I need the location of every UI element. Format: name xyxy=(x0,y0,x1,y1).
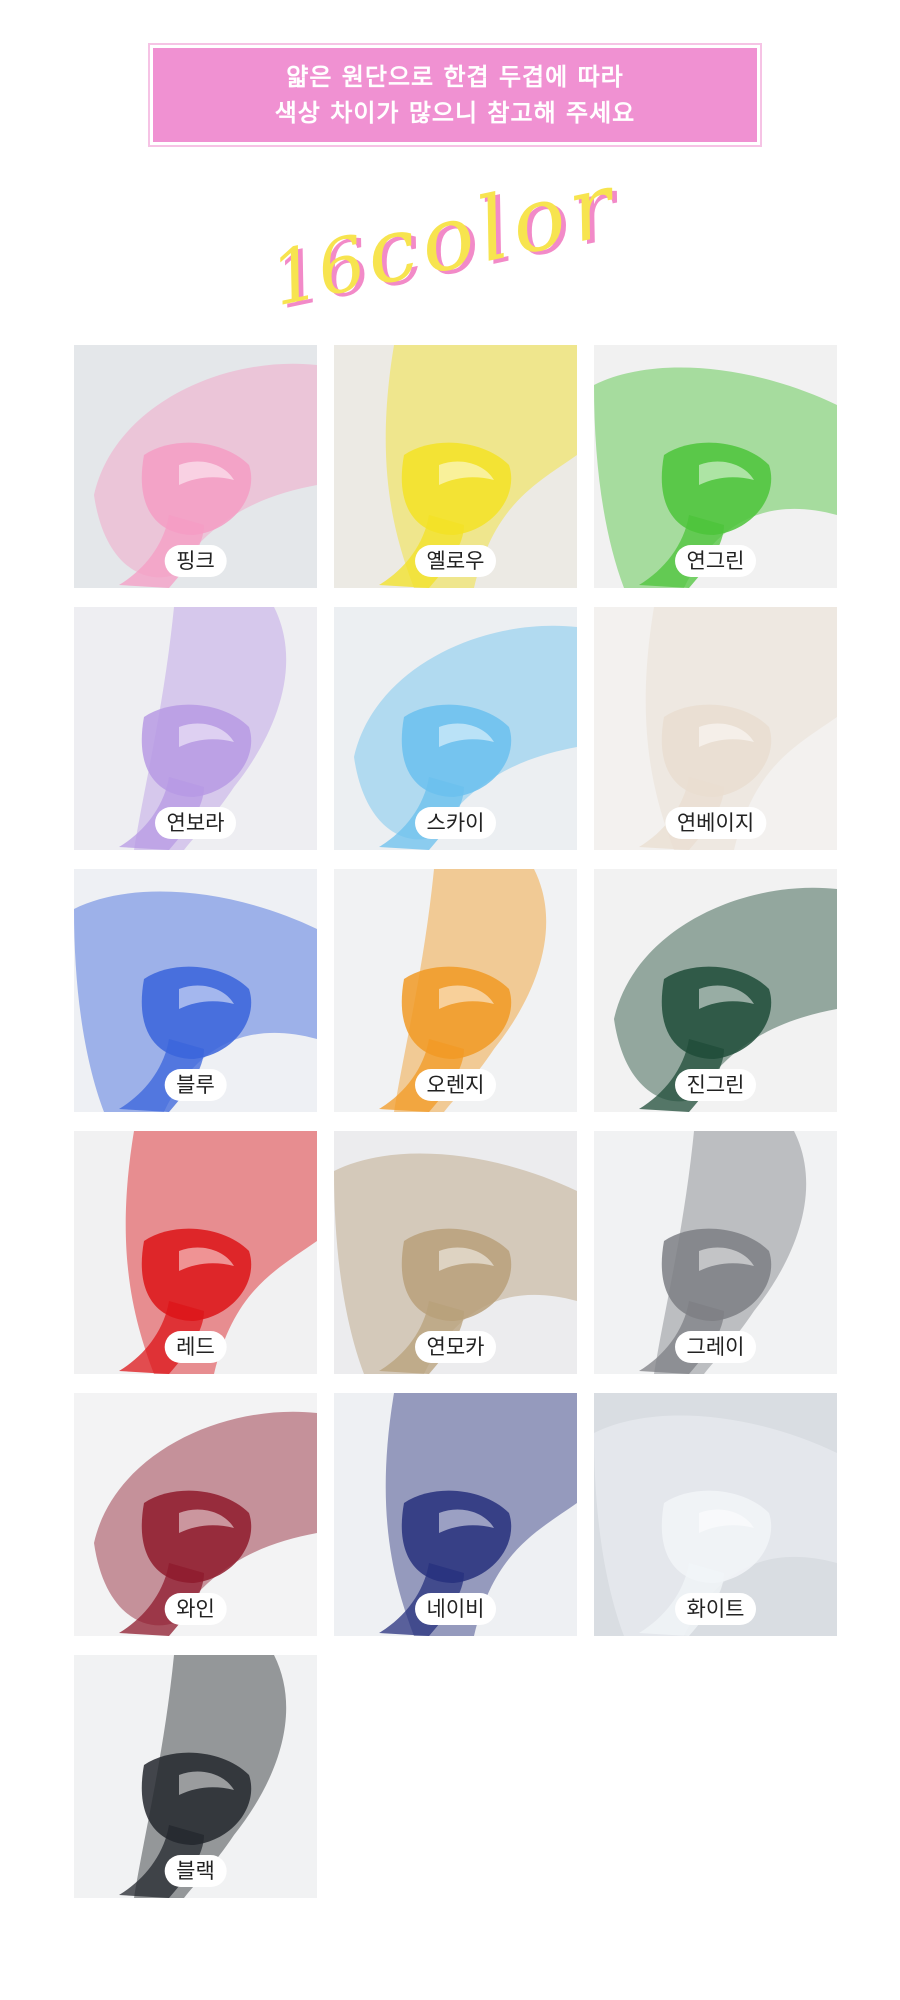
color-swatch[interactable]: 블루 xyxy=(74,869,317,1112)
color-swatch[interactable]: 스카이 xyxy=(334,607,577,850)
fabric-fold xyxy=(661,442,772,535)
fabric-fold xyxy=(141,442,252,535)
fabric-fold xyxy=(661,1490,772,1583)
swatch-label: 그레이 xyxy=(674,1331,757,1363)
color-swatch[interactable]: 연베이지 xyxy=(594,607,837,850)
fabric-fold xyxy=(141,1490,252,1583)
swatch-label: 네이비 xyxy=(414,1593,497,1625)
color-swatch[interactable]: 연그린 xyxy=(594,345,837,588)
swatch-label: 스카이 xyxy=(414,807,497,839)
swatch-label: 연보라 xyxy=(154,807,237,839)
swatch-label: 레드 xyxy=(164,1331,227,1363)
fabric-fold xyxy=(661,966,772,1059)
swatch-label: 핑크 xyxy=(164,545,227,577)
color-swatch[interactable]: 진그린 xyxy=(594,869,837,1112)
fabric-fold xyxy=(401,704,512,797)
swatch-label: 진그린 xyxy=(674,1069,757,1101)
color-count-title: 16 16 color color xyxy=(263,152,632,310)
swatch-label: 옐로우 xyxy=(414,545,497,577)
color-swatch[interactable]: 블랙 xyxy=(74,1655,317,1898)
color-swatch[interactable]: 옐로우 xyxy=(334,345,577,588)
fabric-fold xyxy=(141,966,252,1059)
swatch-label: 연베이지 xyxy=(664,807,767,839)
color-swatch[interactable]: 화이트 xyxy=(594,1393,837,1636)
color-swatch[interactable]: 네이비 xyxy=(334,1393,577,1636)
swatch-label: 오렌지 xyxy=(414,1069,497,1101)
swatch-label: 연그린 xyxy=(674,545,757,577)
notice-line-2: 색상 차이가 많으니 참고해 주세요 xyxy=(274,99,636,127)
title-number-fill: 16 xyxy=(263,220,373,310)
color-swatch[interactable]: 연보라 xyxy=(74,607,317,850)
color-swatch[interactable]: 와인 xyxy=(74,1393,317,1636)
color-swatch[interactable]: 연모카 xyxy=(334,1131,577,1374)
swatch-label: 블루 xyxy=(164,1069,227,1101)
color-swatch[interactable]: 오렌지 xyxy=(334,869,577,1112)
swatch-label: 연모카 xyxy=(414,1331,497,1363)
color-swatch[interactable]: 그레이 xyxy=(594,1131,837,1374)
color-swatch[interactable]: 레드 xyxy=(74,1131,317,1374)
notice-line-1: 얇은 원단으로 한겹 두겹에 따라 xyxy=(286,63,624,91)
color-swatch[interactable]: 핑크 xyxy=(74,345,317,588)
swatch-label: 와인 xyxy=(164,1593,227,1625)
notice-banner: 얇은 원단으로 한겹 두겹에 따라 색상 차이가 많으니 참고해 주세요 xyxy=(150,45,760,145)
swatch-label: 화이트 xyxy=(674,1593,757,1625)
swatch-label: 블랙 xyxy=(164,1855,227,1887)
fabric-fold xyxy=(401,1228,512,1321)
